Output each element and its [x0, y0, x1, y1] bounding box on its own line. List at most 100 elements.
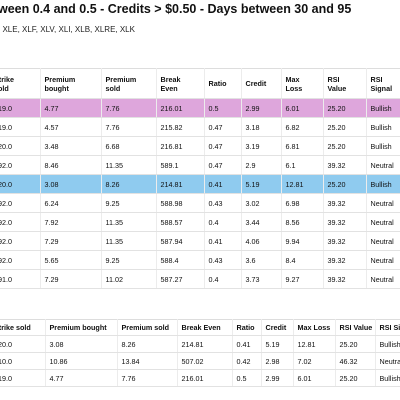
table-cell: 8.56: [281, 212, 324, 232]
column-header: RSI Value: [335, 319, 376, 336]
table-cell: 4.77: [40, 98, 102, 118]
table-cell: 592.0: [0, 155, 41, 175]
column-header: Premium sold: [101, 68, 157, 99]
table-cell: Neutral: [366, 193, 400, 213]
column-header: Premium sold: [117, 319, 178, 336]
table-cell: 2.99: [241, 98, 282, 118]
table-cell: Bullish: [366, 174, 400, 194]
table-cell: 587.27: [156, 269, 205, 289]
table-cell: 0.5: [232, 369, 262, 387]
table-cell: 0.47: [204, 136, 242, 156]
table-cell: 216.01: [156, 98, 205, 118]
table-cell: 6.01: [281, 98, 324, 118]
ticker-list: , XLE, XLF, XLV, XLI, XLB, XLRE, XLK: [0, 25, 135, 34]
table-row: 592.06.249.25588.980.433.026.9839.32Neut…: [0, 193, 400, 213]
table-cell: 12.81: [293, 335, 336, 353]
table-cell: Bullish: [366, 117, 400, 137]
column-header: Strikesold: [0, 68, 41, 99]
column-header: Premium bought: [45, 319, 118, 336]
table-cell: 592.0: [0, 193, 41, 213]
table-cell: Bullish: [366, 136, 400, 156]
table-cell: 9.27: [281, 269, 324, 289]
table-cell: 588.4: [156, 250, 205, 270]
table-cell: 3.73: [241, 269, 282, 289]
table-cell: 0.41: [232, 335, 262, 353]
table-cell: 8.46: [40, 155, 102, 175]
table-cell: 589.1: [156, 155, 205, 175]
table-cell: 0.42: [232, 352, 262, 370]
table-row: 592.05.659.25588.40.433.68.439.32Neutral: [0, 250, 400, 270]
table-cell: 2.98: [261, 352, 294, 370]
table-cell: 25.20: [335, 335, 376, 353]
table-cell: Bullish: [375, 369, 400, 387]
column-header: Break Even: [156, 68, 205, 99]
table-row: 510.010.8613.84507.020.422.987.0246.32Ne…: [0, 352, 400, 370]
table-cell: 7.76: [101, 98, 157, 118]
table-cell: 3.19: [241, 136, 282, 156]
table-cell: Neutral: [366, 155, 400, 175]
table-cell: 3.08: [40, 174, 102, 194]
table-cell: 0.5: [204, 98, 242, 118]
table-cell: 2.9: [241, 155, 282, 175]
column-header: Max Loss: [281, 68, 324, 99]
table-cell: 0.41: [204, 174, 242, 194]
table-cell: 7.76: [101, 117, 157, 137]
table-cell: Neutral: [366, 269, 400, 289]
summary-table: Strike soldPremium boughtPremium soldBre…: [0, 319, 400, 387]
table-cell: 219.0: [0, 98, 41, 118]
column-header: Premium bought: [40, 68, 102, 99]
table-cell: 2.99: [261, 369, 294, 387]
table-cell: 25.20: [335, 369, 376, 387]
table-row: 219.04.577.76215.820.473.186.8225.20Bull…: [0, 117, 400, 137]
table-cell: 0.43: [204, 250, 242, 270]
column-header: Credit: [241, 68, 282, 99]
table-row: 591.07.2911.02587.270.43.739.2739.32Neut…: [0, 269, 400, 289]
table-cell: 592.0: [0, 231, 41, 251]
table-cell: 39.32: [323, 212, 367, 232]
table-cell: Neutral: [375, 352, 400, 370]
table-row: 220.03.088.26214.810.415.1912.8125.20Bul…: [0, 335, 400, 353]
table-cell: 39.32: [323, 193, 367, 213]
table-cell: 11.35: [101, 155, 157, 175]
table-cell: 7.76: [117, 369, 178, 387]
table-cell: Neutral: [366, 231, 400, 251]
table-cell: 39.32: [323, 231, 367, 251]
column-header: Break Even: [177, 319, 233, 336]
table-cell: Bullish: [375, 335, 400, 353]
table-cell: 9.94: [281, 231, 324, 251]
table-cell: 4.57: [40, 117, 102, 137]
table-cell: 25.20: [323, 117, 367, 137]
table-cell: 3.02: [241, 193, 282, 213]
table-cell: 6.24: [40, 193, 102, 213]
table-row: 219.04.777.76216.010.52.996.0125.20Bulli…: [0, 369, 400, 387]
table-cell: 510.0: [0, 352, 46, 370]
table-row: 592.08.4611.35589.10.472.96.139.32Neutra…: [0, 155, 400, 175]
table-cell: 214.81: [156, 174, 205, 194]
table-cell: 25.20: [323, 98, 367, 118]
column-header: Max Loss: [293, 319, 336, 336]
table-cell: 0.4: [204, 269, 242, 289]
table-cell: 0.43: [204, 193, 242, 213]
table-cell: 8.26: [101, 174, 157, 194]
table-cell: 3.48: [40, 136, 102, 156]
table-row: 220.03.486.68216.810.473.196.8125.20Bull…: [0, 136, 400, 156]
table-cell: 6.68: [101, 136, 157, 156]
column-header: Credit: [261, 319, 294, 336]
table-cell: 5.19: [241, 174, 282, 194]
table-cell: 6.98: [281, 193, 324, 213]
table-cell: 6.1: [281, 155, 324, 175]
page-title: ween 0.4 and 0.5 - Credits > $0.50 - Day…: [0, 2, 352, 16]
table-cell: 220.0: [0, 174, 41, 194]
table-cell: 3.6: [241, 250, 282, 270]
table-cell: 7.92: [40, 212, 102, 232]
table-cell: 5.65: [40, 250, 102, 270]
table-cell: 216.01: [177, 369, 233, 387]
table-cell: 220.0: [0, 335, 46, 353]
table-cell: 7.02: [293, 352, 336, 370]
table-cell: 4.77: [45, 369, 118, 387]
table-cell: 39.32: [323, 269, 367, 289]
table-cell: 11.35: [101, 212, 157, 232]
table-cell: 39.32: [323, 155, 367, 175]
column-header: RSI Sig: [375, 319, 400, 336]
table-cell: 4.06: [241, 231, 282, 251]
